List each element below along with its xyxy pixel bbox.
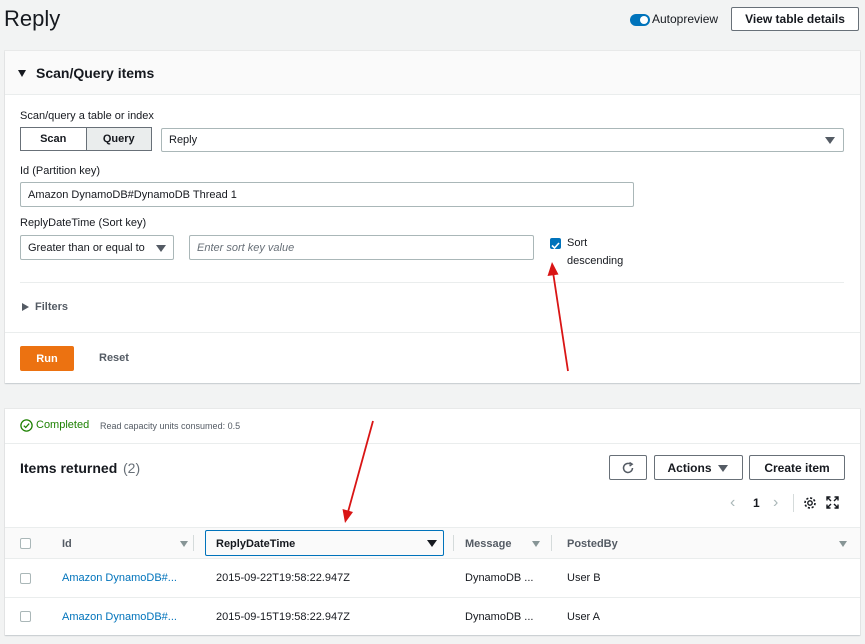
- column-header-message[interactable]: Message: [465, 538, 511, 550]
- partition-key-input[interactable]: Amazon DynamoDB#DynamoDB Thread 1: [20, 182, 634, 207]
- run-button[interactable]: Run: [20, 346, 74, 371]
- caret-down-icon: [156, 245, 166, 252]
- divider: [5, 332, 860, 333]
- sort-icon[interactable]: [532, 541, 540, 547]
- page-title: Reply: [4, 6, 61, 31]
- caret-down-icon: [825, 137, 835, 144]
- sort-key-label: ReplyDateTime (Sort key): [20, 217, 147, 229]
- capacity-text: Read capacity units consumed: 0.5: [100, 421, 241, 431]
- divider: [793, 494, 794, 512]
- table-row[interactable]: Amazon DynamoDB#... 2015-09-15T19:58:22.…: [5, 598, 860, 635]
- section-title: Scan/Query items: [36, 65, 155, 81]
- autopreview-toggle[interactable]: [630, 14, 650, 26]
- row-id-link[interactable]: Amazon DynamoDB#...: [62, 572, 177, 584]
- sort-key-input[interactable]: Enter sort key value: [189, 235, 534, 260]
- caret-right-icon: [22, 303, 29, 311]
- column-divider: [453, 535, 454, 551]
- sort-icon[interactable]: [180, 541, 188, 547]
- partition-key-label: Id (Partition key): [20, 165, 101, 177]
- reset-button[interactable]: Reset: [99, 352, 129, 364]
- sort-key-placeholder: Enter sort key value: [197, 241, 295, 254]
- gear-icon[interactable]: [803, 496, 817, 510]
- results-panel: Completed Read capacity units consumed: …: [5, 409, 860, 635]
- status-badge: Completed: [36, 419, 90, 431]
- page-number[interactable]: 1: [753, 496, 760, 510]
- row-posted-by: User A: [567, 611, 601, 623]
- fullscreen-icon[interactable]: [826, 496, 839, 509]
- success-check-circle-icon: [20, 419, 33, 432]
- row-message: DynamoDB ...: [465, 572, 534, 584]
- row-reply-date-time: 2015-09-15T19:58:22.947Z: [216, 611, 350, 623]
- row-id-link[interactable]: Amazon DynamoDB#...: [62, 611, 177, 623]
- create-item-button[interactable]: Create item: [749, 455, 845, 480]
- refresh-button[interactable]: [609, 455, 647, 480]
- caret-down-icon: [18, 70, 26, 77]
- check-icon: [551, 242, 560, 250]
- sort-descending-label: descending: [567, 255, 624, 267]
- column-header-label: ReplyDateTime: [216, 538, 296, 550]
- chevron-left-icon[interactable]: ‹: [730, 494, 735, 512]
- row-checkbox[interactable]: [20, 611, 31, 622]
- scan-button[interactable]: Scan: [21, 128, 86, 150]
- table-select-value: Reply: [169, 134, 198, 146]
- scan-query-header[interactable]: Scan/Query items: [5, 51, 860, 95]
- row-posted-by: User B: [567, 572, 601, 584]
- divider: [5, 443, 860, 444]
- column-divider: [193, 535, 194, 551]
- row-checkbox[interactable]: [20, 573, 31, 584]
- caret-down-icon: [718, 465, 728, 472]
- divider: [20, 282, 844, 283]
- sort-descending-label: Sort: [567, 237, 588, 249]
- chevron-right-icon[interactable]: ›: [773, 494, 778, 512]
- row-message: DynamoDB ...: [465, 611, 534, 623]
- filters-toggle[interactable]: Filters: [35, 301, 68, 313]
- actions-label: Actions: [667, 460, 712, 475]
- column-header-postedby[interactable]: PostedBy: [567, 538, 618, 550]
- scan-query-panel: Scan/Query items Scan/query a table or i…: [5, 51, 860, 383]
- column-header-id[interactable]: Id: [62, 538, 72, 550]
- column-header-replydatetime[interactable]: ReplyDateTime: [205, 530, 444, 556]
- query-button[interactable]: Query: [85, 128, 151, 150]
- actions-button[interactable]: Actions: [654, 455, 743, 480]
- sort-operator-value: Greater than or equal to: [28, 241, 145, 254]
- sort-operator-select[interactable]: Greater than or equal to: [20, 235, 174, 260]
- table-select[interactable]: Reply: [161, 128, 844, 152]
- items-returned-title: Items returned: [20, 460, 118, 476]
- partition-key-value: Amazon DynamoDB#DynamoDB Thread 1: [28, 188, 237, 201]
- sort-icon[interactable]: [839, 541, 847, 547]
- scan-query-toggle: Scan Query: [20, 127, 152, 151]
- scan-query-target-label: Scan/query a table or index: [20, 110, 154, 122]
- sort-descending-icon: [427, 540, 437, 547]
- sort-descending-checkbox[interactable]: [550, 238, 561, 250]
- table-row[interactable]: Amazon DynamoDB#... 2015-09-22T19:58:22.…: [5, 559, 860, 597]
- select-all-checkbox[interactable]: [20, 538, 31, 549]
- autopreview-label: Autopreview: [652, 12, 719, 26]
- view-table-details-button[interactable]: View table details: [731, 7, 859, 31]
- items-count: (2): [123, 460, 141, 476]
- column-divider: [551, 535, 552, 551]
- refresh-icon: [622, 461, 634, 473]
- row-reply-date-time: 2015-09-22T19:58:22.947Z: [216, 572, 350, 584]
